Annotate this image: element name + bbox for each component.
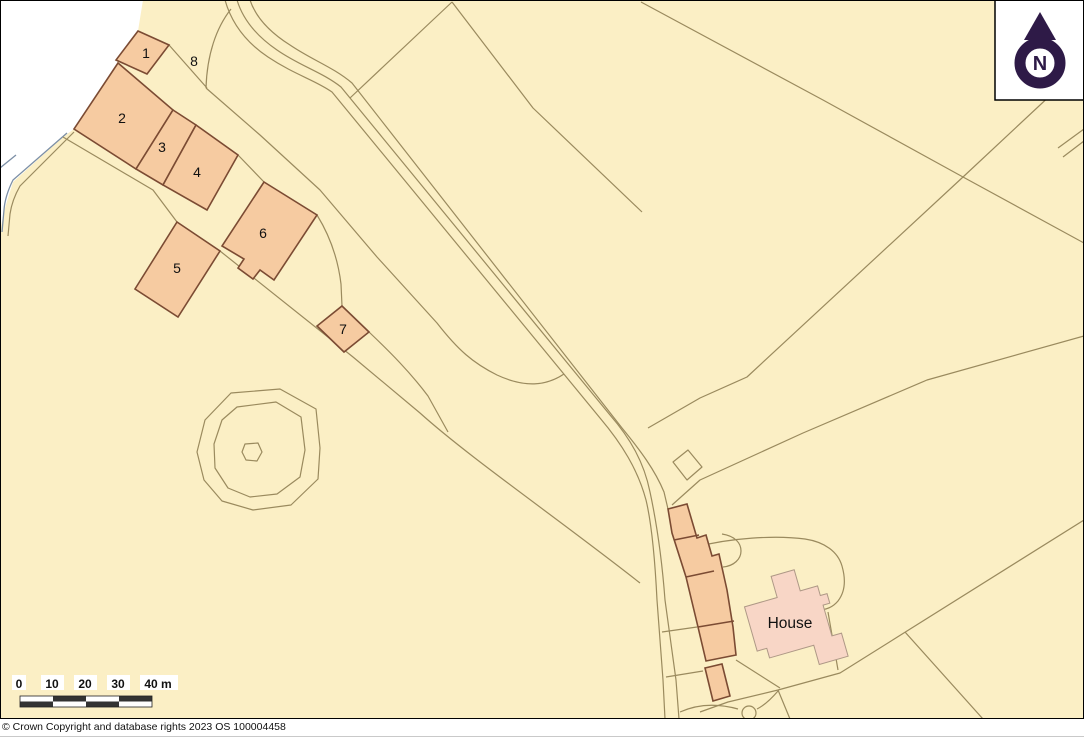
map-canvas: 1 2 3 4 5 6 7 8 House N	[0, 0, 1084, 719]
footer: © Crown Copyright and database rights 20…	[0, 719, 1084, 737]
plot-number-label: 1	[142, 45, 150, 61]
scale-tick-label: 40 m	[144, 677, 171, 691]
scale-tick-label: 10	[45, 677, 59, 691]
scale-bar-segments	[20, 696, 152, 707]
plot-number-label: 2	[118, 110, 126, 126]
scale-tick-label: 30	[111, 677, 125, 691]
house-label: House	[768, 615, 813, 632]
plot-number-label: 7	[339, 321, 347, 337]
scale-tick-label: 20	[78, 677, 92, 691]
plot-number-label: 5	[173, 260, 181, 276]
well-circle	[742, 706, 756, 719]
plot-number-label: 4	[193, 164, 201, 180]
page: 1 2 3 4 5 6 7 8 House N	[0, 0, 1084, 737]
map-wrap: 1 2 3 4 5 6 7 8 House N	[0, 0, 1084, 719]
plot-number-label: 6	[259, 225, 267, 241]
scale-tick-label: 0	[16, 677, 23, 691]
plot-number-label: 3	[158, 139, 166, 155]
north-letter: N	[1033, 53, 1047, 75]
north-indicator-box: N	[995, 0, 1084, 100]
copyright-text: © Crown Copyright and database rights 20…	[0, 719, 1084, 733]
plot-number-label: 8	[190, 53, 198, 69]
